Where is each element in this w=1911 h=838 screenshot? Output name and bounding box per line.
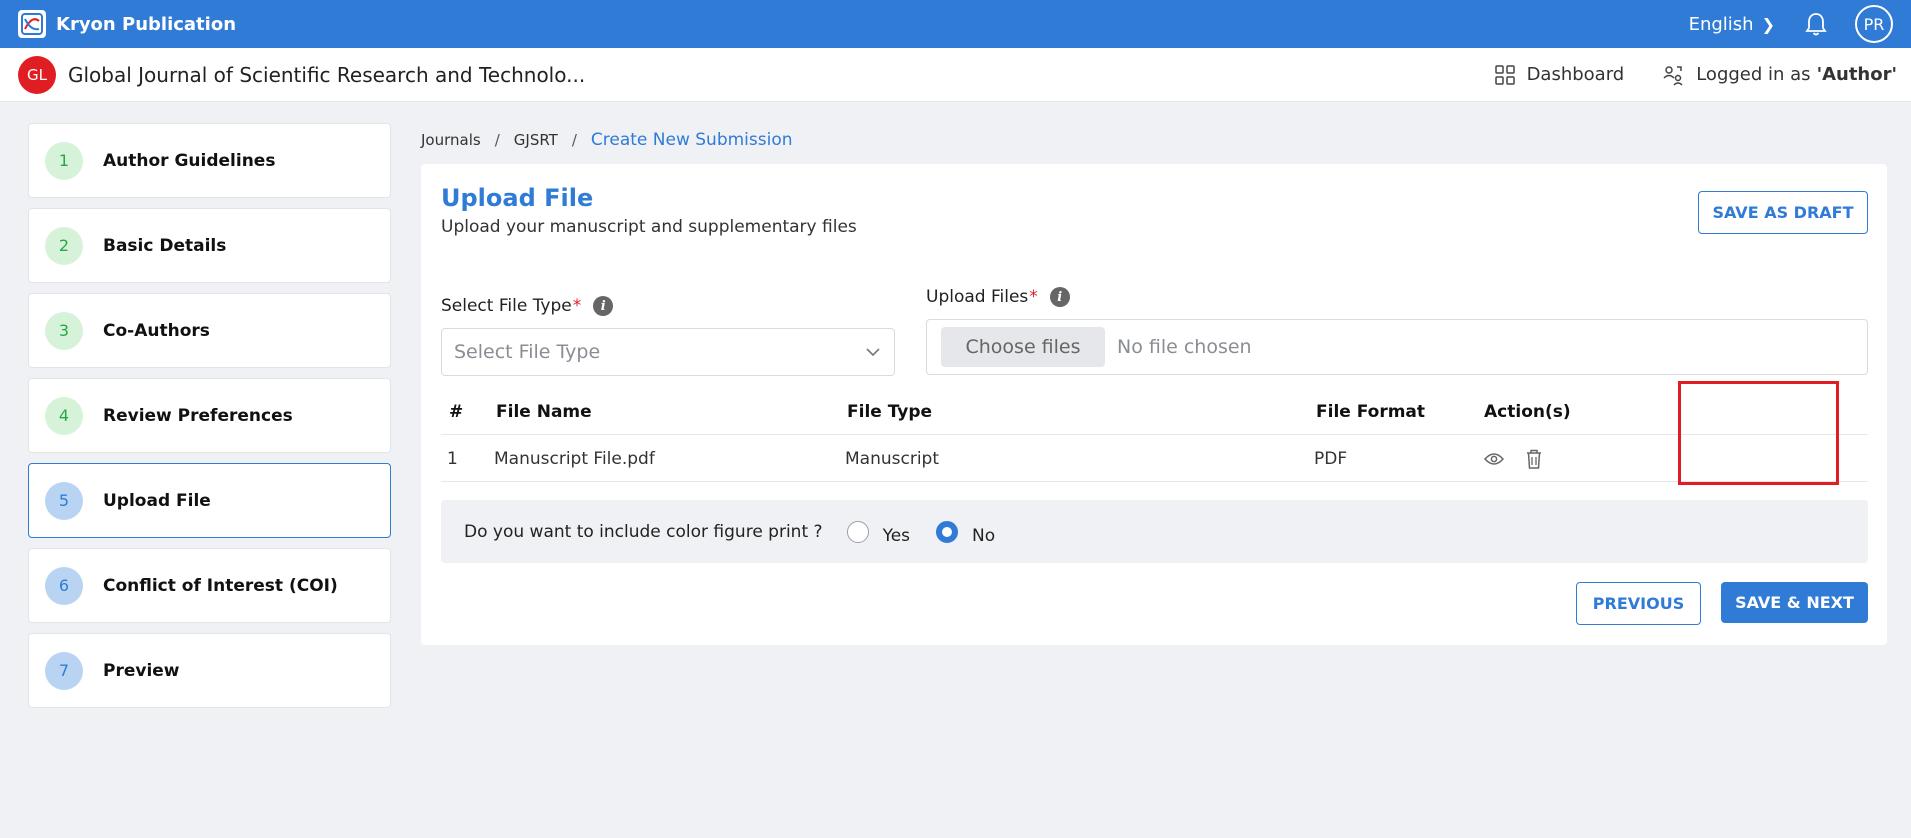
step-co-authors[interactable]: 3 Co-Authors [28,293,391,368]
step-number: 1 [45,141,83,180]
actions-highlight-box [1678,381,1839,485]
step-label: Basic Details [103,235,227,256]
table-row: 1 Manuscript File.pdf Manuscript PDF [441,435,1868,482]
table-header: # File Name File Type File Format Action… [441,388,1868,435]
header-actions: Action(s) [1484,401,1571,422]
upload-file-card: Upload File Upload your manuscript and s… [421,164,1887,645]
header-file-name: File Name [496,401,592,422]
file-type-placeholder: Select File Type [454,341,601,363]
dashboard-grid-icon [1494,64,1515,85]
page-title: Upload File [441,184,594,212]
step-label: Preview [103,660,180,681]
language-selector[interactable]: English ❯ [1689,14,1775,35]
radio-no-label[interactable]: No [972,518,995,546]
row-file-name: Manuscript File.pdf [494,448,655,469]
info-icon[interactable]: i [1049,287,1070,307]
step-author-guidelines[interactable]: 1 Author Guidelines [28,123,391,198]
info-icon[interactable]: i [593,296,614,316]
step-number: 2 [45,226,83,265]
top-bar: Kryon Publication English ❯ PR [0,0,1911,48]
chevron-right-icon: ❯ [1761,14,1775,34]
upload-files-label-text: Upload Files [926,287,1029,307]
step-number: 7 [45,651,83,690]
header-file-type: File Type [847,401,933,422]
chevron-down-icon [866,347,880,356]
step-preview[interactable]: 7 Preview [28,633,391,708]
breadcrumb-journals[interactable]: Journals [421,131,481,149]
page-subtitle: Upload your manuscript and supplementary… [441,217,857,237]
breadcrumb-gjsrt[interactable]: GJSRT [514,131,558,149]
header-index: # [449,401,464,422]
submission-steps: 1 Author Guidelines 2 Basic Details 3 Co… [28,123,391,718]
save-as-draft-button[interactable]: SAVE AS DRAFT [1698,191,1868,234]
color-print-question: Do you want to include color figure prin… [441,500,1868,563]
row-actions [1484,435,1542,482]
required-marker: * [1029,287,1038,307]
step-label: Author Guidelines [103,150,276,171]
notification-bell-icon[interactable] [1803,11,1829,37]
logged-in-status: Logged in as 'Author' [1662,64,1897,86]
step-label: Review Preferences [103,405,293,426]
upload-files-label: Upload Files * i [926,287,1070,307]
view-eye-icon[interactable] [1484,452,1504,466]
step-conflict-of-interest[interactable]: 6 Conflict of Interest (COI) [28,548,391,623]
file-type-select[interactable]: Select File Type [441,328,895,376]
language-label: English [1688,13,1754,35]
step-upload-file[interactable]: 5 Upload File [28,463,391,538]
app-name: Kryon Publication [56,13,237,35]
step-basic-details[interactable]: 2 Basic Details [28,208,391,283]
file-type-label: Select File Type * i [441,296,614,316]
radio-yes-label[interactable]: Yes [883,518,910,546]
radio-yes[interactable] [846,520,869,543]
step-number: 3 [45,311,83,350]
required-marker: * [572,296,582,316]
step-number: 6 [45,566,83,605]
dashboard-label: Dashboard [1526,64,1625,85]
breadcrumb-current: Create New Submission [590,130,793,150]
uploaded-files-table: # File Name File Type File Format Action… [441,388,1868,482]
breadcrumb: Journals / GJSRT / Create New Submission [421,130,793,150]
no-file-chosen-text: No file chosen [1117,336,1252,358]
brand[interactable]: Kryon Publication [18,10,236,38]
file-upload-input: Choose files No file chosen [926,319,1868,375]
journal-badge: GL [18,55,56,94]
breadcrumb-separator: / [571,131,577,149]
user-avatar[interactable]: PR [1855,5,1893,43]
step-review-preferences[interactable]: 4 Review Preferences [28,378,391,453]
dashboard-link[interactable]: Dashboard [1494,64,1625,85]
step-number: 4 [45,396,83,435]
file-type-label-text: Select File Type [441,296,572,316]
step-label: Upload File [103,490,211,511]
breadcrumb-separator: / [494,131,500,149]
journal-title: Global Journal of Scientific Research an… [68,62,586,87]
row-index: 1 [447,448,458,469]
logged-prefix: Logged in as [1696,64,1811,85]
journal-header: GL Global Journal of Scientific Research… [0,48,1911,102]
delete-trash-icon[interactable] [1526,449,1542,469]
radio-no[interactable] [936,520,959,543]
step-label: Conflict of Interest (COI) [103,575,338,596]
previous-button[interactable]: PREVIOUS [1576,582,1701,625]
choose-files-button[interactable]: Choose files [941,327,1105,367]
brand-logo-icon [18,10,46,38]
row-file-format: PDF [1314,448,1348,469]
color-print-options: Yes No [846,518,1022,546]
user-switch-icon [1663,65,1683,86]
row-file-type: Manuscript [845,448,940,469]
logged-role: 'Author' [1816,64,1897,85]
step-number: 5 [45,481,83,520]
step-label: Co-Authors [103,320,210,341]
header-file-format: File Format [1316,401,1426,422]
save-and-next-button[interactable]: SAVE & NEXT [1721,582,1868,623]
color-print-question-text: Do you want to include color figure prin… [464,521,823,542]
